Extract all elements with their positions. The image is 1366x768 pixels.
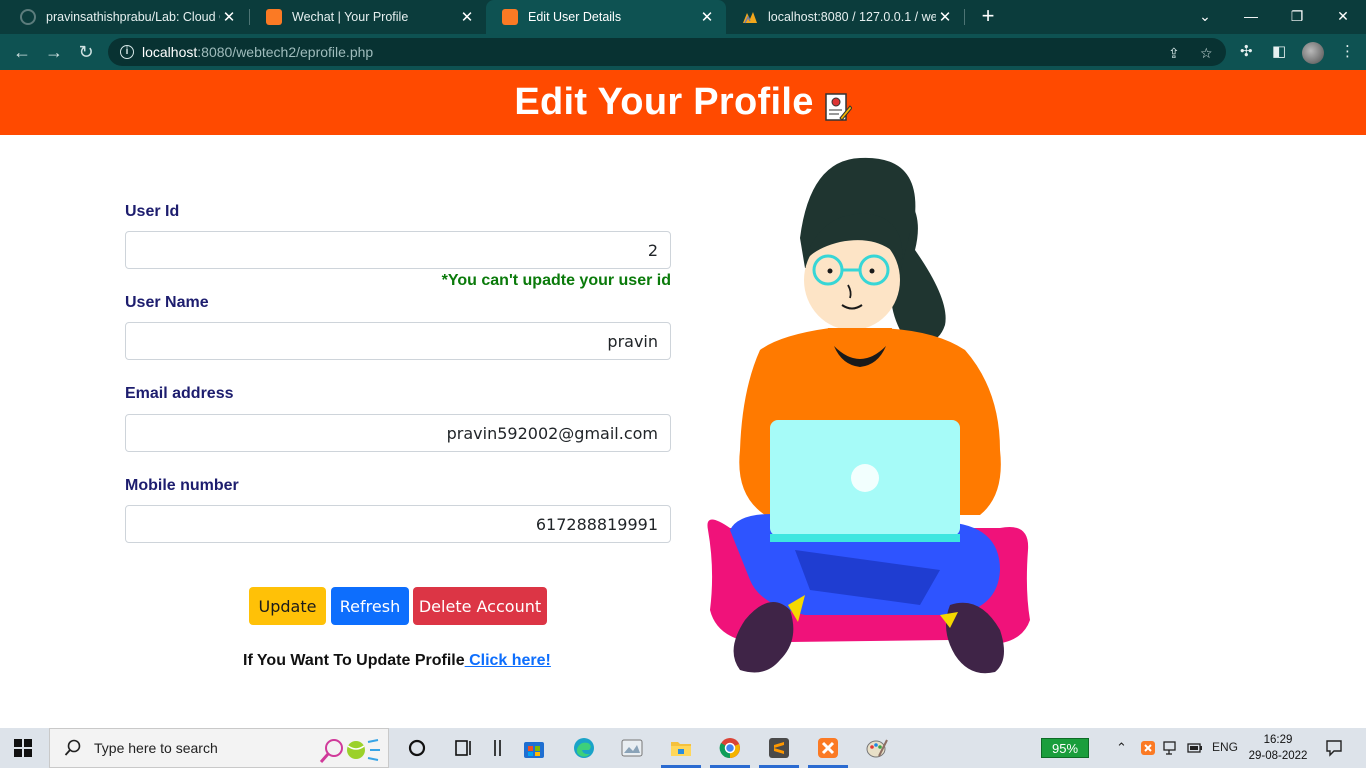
forward-arrow-icon[interactable]: →	[42, 40, 66, 64]
delete-account-button[interactable]: Delete Account	[413, 587, 547, 625]
tab-separator	[964, 9, 965, 25]
mobile-input[interactable]	[125, 505, 671, 543]
edge-icon[interactable]	[572, 736, 596, 760]
battery-indicator[interactable]: 95%	[1041, 738, 1089, 758]
user-id-label: User Id	[125, 203, 180, 220]
user-name-input[interactable]	[125, 322, 671, 360]
url-text: localhost:8080/webtech2/eprofile.php	[142, 44, 374, 60]
file-explorer-icon[interactable]	[669, 736, 693, 760]
clock-date: 29-08-2022	[1248, 750, 1308, 762]
mobile-label: Mobile number	[125, 477, 239, 494]
search-icon	[64, 739, 81, 756]
minimize-button[interactable]: —	[1236, 5, 1266, 27]
photos-app-icon[interactable]	[620, 736, 644, 760]
windows-taskbar: Type here to search	[0, 728, 1366, 768]
battery-icon[interactable]	[1187, 741, 1203, 755]
browser-tab-strip: pravinsathishprabu/Lab: Cloud C ✕ Wechat…	[0, 0, 1366, 34]
site-info-icon[interactable]: i	[120, 45, 134, 59]
windows-start-icon[interactable]	[14, 739, 32, 757]
system-clock[interactable]: 16:29 29-08-2022	[1244, 732, 1312, 764]
woman-with-laptop-illustration	[707, 157, 1030, 674]
cortana-icon[interactable]	[405, 736, 429, 760]
memo-icon	[824, 92, 852, 121]
new-tab-button[interactable]: +	[976, 5, 1000, 29]
bookmark-star-icon[interactable]: ☆	[1200, 45, 1213, 62]
search-highlight-tennis-icon	[319, 739, 380, 763]
tab-search-chevron-icon[interactable]: ⌄	[1190, 5, 1220, 27]
update-profile-prompt: If You Want To Update Profile Click here…	[243, 652, 551, 669]
tab-title: Edit User Details	[528, 10, 622, 24]
menu-kebab-icon[interactable]: ⋮	[1340, 42, 1355, 60]
extensions-icon[interactable]: ✣	[1240, 42, 1253, 60]
close-tab-icon[interactable]: ✕	[936, 8, 954, 26]
tab-edit-user-details[interactable]: Edit User Details ✕	[486, 0, 726, 34]
restore-button[interactable]: ❐	[1282, 5, 1312, 27]
tab-title: pravinsathishprabu/Lab: Cloud C	[46, 10, 220, 24]
refresh-button[interactable]: Refresh	[331, 587, 409, 625]
notifications-icon[interactable]	[1325, 739, 1343, 757]
close-tab-icon[interactable]: ✕	[698, 8, 716, 26]
network-icon[interactable]	[1163, 740, 1179, 756]
user-id-hint: *You can't upadte your user id	[441, 272, 671, 289]
click-here-link[interactable]: Click here!	[465, 652, 551, 669]
taskbar-search-box[interactable]: Type here to search	[49, 728, 389, 768]
tab-phpmyadmin[interactable]: localhost:8080 / 127.0.0.1 / webp ✕	[726, 0, 964, 34]
widgets-icon[interactable]	[486, 736, 510, 760]
close-window-button[interactable]: ✕	[1328, 5, 1358, 27]
sublime-text-icon[interactable]	[767, 736, 791, 760]
chrome-icon[interactable]	[718, 736, 742, 760]
back-arrow-icon[interactable]: ←	[10, 40, 34, 64]
close-tab-icon[interactable]: ✕	[220, 8, 238, 26]
page-banner: Edit Your Profile	[0, 70, 1366, 135]
phpmyadmin-icon	[743, 12, 757, 24]
page-title: Edit Your Profile	[514, 81, 814, 123]
tab-title: Wechat | Your Profile	[292, 10, 409, 24]
clock-time: 16:29	[1263, 734, 1293, 746]
xampp-icon[interactable]	[816, 736, 840, 760]
reload-icon[interactable]: ↻	[74, 40, 98, 64]
email-input[interactable]	[125, 414, 671, 452]
xampp-icon	[502, 9, 518, 25]
user-name-label: User Name	[125, 294, 209, 311]
share-icon[interactable]: ⇪	[1168, 45, 1180, 62]
task-view-icon[interactable]	[452, 736, 476, 760]
search-placeholder: Type here to search	[94, 740, 218, 756]
side-panel-icon[interactable]: ◧	[1272, 42, 1286, 60]
email-label: Email address	[125, 385, 234, 402]
update-button[interactable]: Update	[249, 587, 326, 625]
microsoft-store-icon[interactable]	[522, 736, 546, 760]
xampp-icon	[266, 9, 282, 25]
language-indicator[interactable]: ENG	[1212, 740, 1238, 754]
paint-icon[interactable]	[865, 736, 889, 760]
tab-github[interactable]: pravinsathishprabu/Lab: Cloud C ✕	[4, 0, 248, 34]
github-icon	[20, 9, 36, 25]
xampp-tray-icon[interactable]	[1140, 740, 1156, 756]
browser-toolbar: ← → ↻ i localhost:8080/webtech2/eprofile…	[0, 34, 1366, 70]
chevron-up-icon[interactable]: ⌃	[1116, 740, 1127, 756]
user-id-input[interactable]	[125, 231, 671, 269]
address-bar[interactable]: i localhost:8080/webtech2/eprofile.php ⇪…	[108, 38, 1226, 66]
close-tab-icon[interactable]: ✕	[458, 8, 476, 26]
profile-avatar[interactable]	[1302, 42, 1324, 64]
tab-title: localhost:8080 / 127.0.0.1 / webp	[768, 10, 936, 24]
tab-wechat-profile[interactable]: Wechat | Your Profile ✕	[250, 0, 486, 34]
